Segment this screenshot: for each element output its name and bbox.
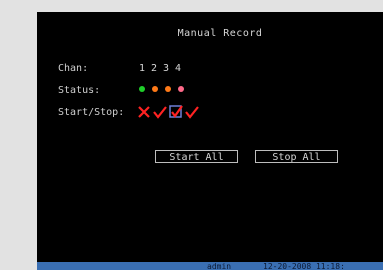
stop-all-button[interactable]: Stop All [255, 150, 338, 163]
channel-numbers: 1 2 3 4 [139, 63, 181, 74]
channel-2-status-dot [152, 86, 158, 92]
channel-3-number: 3 [163, 63, 170, 74]
start-all-button[interactable]: Start All [155, 150, 238, 163]
channel-2-check-icon[interactable] [153, 105, 167, 119]
start-stop-toggles [137, 105, 199, 119]
dvr-screen: Manual Record Chan: 1 2 3 4 Status: Star… [37, 12, 383, 270]
chan-label: Chan: [58, 63, 89, 74]
channel-4-number: 4 [175, 63, 182, 74]
channel-4-check-icon[interactable] [185, 105, 199, 119]
statusbar-datetime: 12-20-2008 11:18: [263, 262, 345, 270]
start-stop-label: Start/Stop: [58, 107, 125, 118]
status-bar: admin 12-20-2008 11:18: [37, 262, 383, 270]
channel-1-status-dot [139, 86, 145, 92]
channel-3-checkbox-icon[interactable] [169, 105, 183, 119]
channel-2-number: 2 [151, 63, 158, 74]
status-label: Status: [58, 85, 101, 96]
channel-1-number: 1 [139, 63, 146, 74]
channel-1-cross-icon[interactable] [137, 105, 151, 119]
statusbar-user: admin [207, 262, 232, 270]
dialog-title: Manual Record [177, 28, 263, 39]
channel-status-indicators [139, 86, 184, 92]
channel-4-status-dot [178, 86, 184, 92]
channel-3-status-dot [165, 86, 171, 92]
